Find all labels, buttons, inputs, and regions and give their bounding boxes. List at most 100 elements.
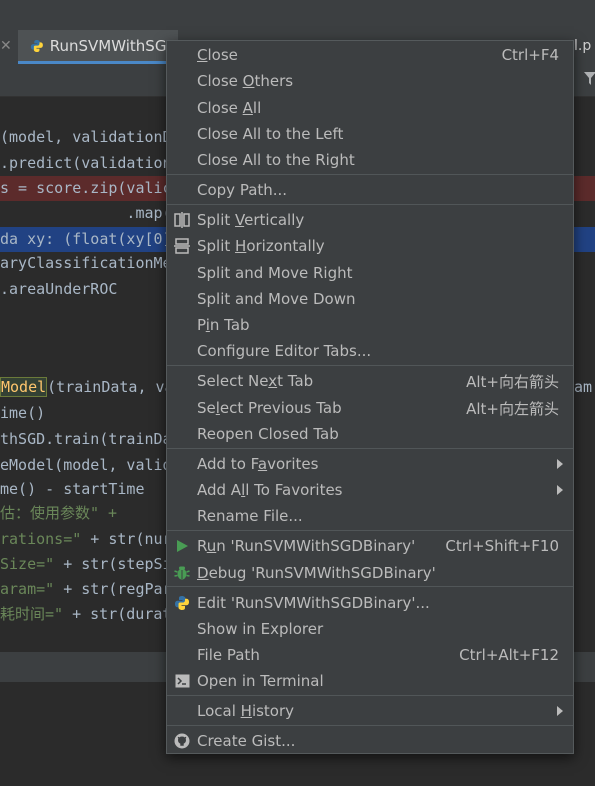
menu-item-close-others[interactable]: Close Others	[167, 68, 573, 94]
menu-item-run[interactable]: Run 'RunSVMWithSGDBinary' Ctrl+Shift+F10	[167, 533, 573, 559]
code-text: s = score.zip(valic	[0, 179, 172, 197]
menu-item-label: Close All	[197, 99, 262, 117]
menu-item-label: Close All to the Left	[197, 125, 344, 143]
code-text: ime()	[0, 404, 46, 422]
menu-item-label: Split and Move Right	[197, 264, 353, 282]
menu-item-open-terminal[interactable]: Open in Terminal	[167, 668, 573, 694]
menu-item-label: Debug 'RunSVMWithSGDBinary'	[197, 564, 436, 582]
code-text: (model, validationD	[0, 128, 172, 146]
menu-item-select-prev-tab[interactable]: Select Previous Tab Alt+向左箭头	[167, 395, 573, 421]
menu-item-label: Add All To Favorites	[197, 481, 343, 499]
menu-item-close[interactable]: Close Ctrl+F4	[167, 42, 573, 68]
menu-separator	[167, 695, 573, 696]
menu-item-shortcut: Ctrl+Shift+F10	[445, 537, 559, 555]
menu-item-label: Reopen Closed Tab	[197, 425, 339, 443]
menu-item-label: Add to Favorites	[197, 455, 319, 473]
tab-label: RunSVMWithSGD	[49, 36, 178, 55]
menu-item-shortcut: Alt+向左箭头	[466, 399, 559, 418]
menu-item-show-explorer[interactable]: Show in Explorer	[167, 616, 573, 642]
code-text-right: am	[574, 378, 593, 396]
menu-item-label: Copy Path...	[197, 181, 288, 199]
menu-item-label: Close	[197, 46, 238, 64]
menu-separator	[167, 204, 573, 205]
code-text: 耗时间=" + str(durati	[0, 605, 181, 623]
menu-item-add-all-favorites[interactable]: Add All To Favorites	[167, 477, 573, 503]
code-text: eModel(model, valid	[0, 456, 172, 474]
run-icon	[173, 537, 191, 555]
code-text: 估：使用参数" +	[0, 504, 118, 522]
menu-separator	[167, 586, 573, 587]
menu-item-local-history[interactable]: Local History	[167, 698, 573, 724]
code-text: .areaUnderROC	[0, 280, 118, 298]
terminal-icon	[173, 672, 191, 690]
split-vertical-icon	[173, 211, 191, 229]
code-text: .predict(validation	[0, 154, 172, 172]
menu-item-add-to-favorites[interactable]: Add to Favorites	[167, 451, 573, 477]
menu-item-label: Open in Terminal	[197, 672, 324, 690]
menu-item-configure-tabs[interactable]: Configure Editor Tabs...	[167, 338, 573, 364]
menu-separator	[167, 448, 573, 449]
menu-item-label: Show in Explorer	[197, 620, 324, 638]
github-icon	[173, 732, 191, 750]
code-text: aryClassificationMe	[0, 254, 172, 272]
tab-close-icon[interactable]: ✕	[0, 38, 16, 58]
menu-item-split-horizontally[interactable]: Split Horizontally	[167, 233, 573, 259]
filter-icon[interactable]	[584, 72, 595, 86]
python-icon	[173, 594, 191, 612]
submenu-arrow-icon	[557, 459, 563, 469]
menu-item-select-next-tab[interactable]: Select Next Tab Alt+向右箭头	[167, 368, 573, 394]
menu-item-label: Select Previous Tab	[197, 399, 342, 417]
menu-item-label: Select Next Tab	[197, 372, 314, 390]
menu-separator	[167, 365, 573, 366]
menu-item-label: Run 'RunSVMWithSGDBinary'	[197, 537, 416, 555]
menu-item-label: Edit 'RunSVMWithSGDBinary'...	[197, 594, 430, 612]
menu-item-copy-path[interactable]: Copy Path...	[167, 177, 573, 203]
menu-item-create-gist[interactable]: Create Gist...	[167, 728, 573, 754]
editor-tab-active[interactable]: RunSVMWithSGD	[18, 30, 178, 64]
code-text: Size=" + str(stepSi	[0, 555, 172, 573]
menu-item-label: Split Horizontally	[197, 237, 325, 255]
code-text: da xy: (float(xy[0]	[0, 230, 172, 248]
python-file-icon	[30, 39, 43, 52]
menu-separator	[167, 530, 573, 531]
menu-item-close-all-left[interactable]: Close All to the Left	[167, 121, 573, 147]
menu-separator	[167, 174, 573, 175]
menu-item-shortcut: Ctrl+F4	[501, 46, 559, 64]
split-horizontal-icon	[173, 237, 191, 255]
code-text: me() - startTime	[0, 480, 145, 498]
menu-item-label: Split Vertically	[197, 211, 305, 229]
tab-context-menu: Close Ctrl+F4 Close Others Close All Close A…	[166, 40, 574, 754]
code-text: .map(	[0, 204, 172, 222]
menu-item-split-move-right[interactable]: Split and Move Right	[167, 260, 573, 286]
menu-item-label: File Path	[197, 646, 260, 664]
menu-item-edit-config[interactable]: Edit 'RunSVMWithSGDBinary'...	[167, 590, 573, 616]
menu-item-label: Split and Move Down	[197, 290, 356, 308]
menu-item-label: Local History	[197, 702, 295, 720]
menu-item-label: Close Others	[197, 72, 294, 90]
window-top-bar	[0, 0, 595, 29]
menu-item-shortcut: Alt+向右箭头	[466, 372, 559, 391]
code-text: aram=" + str(regPar	[0, 580, 172, 598]
menu-item-file-path[interactable]: File Path Ctrl+Alt+F12	[167, 642, 573, 668]
menu-item-label: Pin Tab	[197, 316, 250, 334]
code-text: thSGD.train(trainDa	[0, 430, 172, 448]
tab-right-fragment[interactable]: l.p	[574, 38, 591, 54]
menu-item-debug[interactable]: Debug 'RunSVMWithSGDBinary'	[167, 560, 573, 586]
menu-item-reopen-closed-tab[interactable]: Reopen Closed Tab	[167, 421, 573, 447]
menu-item-pin-tab[interactable]: Pin Tab	[167, 312, 573, 338]
debug-icon	[173, 564, 191, 582]
submenu-arrow-icon	[557, 706, 563, 716]
menu-item-label: Close All to the Right	[197, 151, 355, 169]
menu-item-split-move-down[interactable]: Split and Move Down	[167, 286, 573, 312]
menu-item-rename-file[interactable]: Rename File...	[167, 503, 573, 529]
menu-item-label: Configure Editor Tabs...	[197, 342, 372, 360]
code-text: Model(trainData, va	[0, 377, 174, 397]
menu-item-split-vertically[interactable]: Split Vertically	[167, 207, 573, 233]
menu-item-label: Create Gist...	[197, 732, 296, 750]
menu-item-close-all-right[interactable]: Close All to the Right	[167, 147, 573, 173]
menu-item-label: Rename File...	[197, 507, 303, 525]
menu-item-shortcut: Ctrl+Alt+F12	[459, 646, 559, 664]
submenu-arrow-icon	[557, 485, 563, 495]
code-text: rations=" + str(nur	[0, 530, 172, 548]
menu-item-close-all[interactable]: Close All	[167, 95, 573, 121]
